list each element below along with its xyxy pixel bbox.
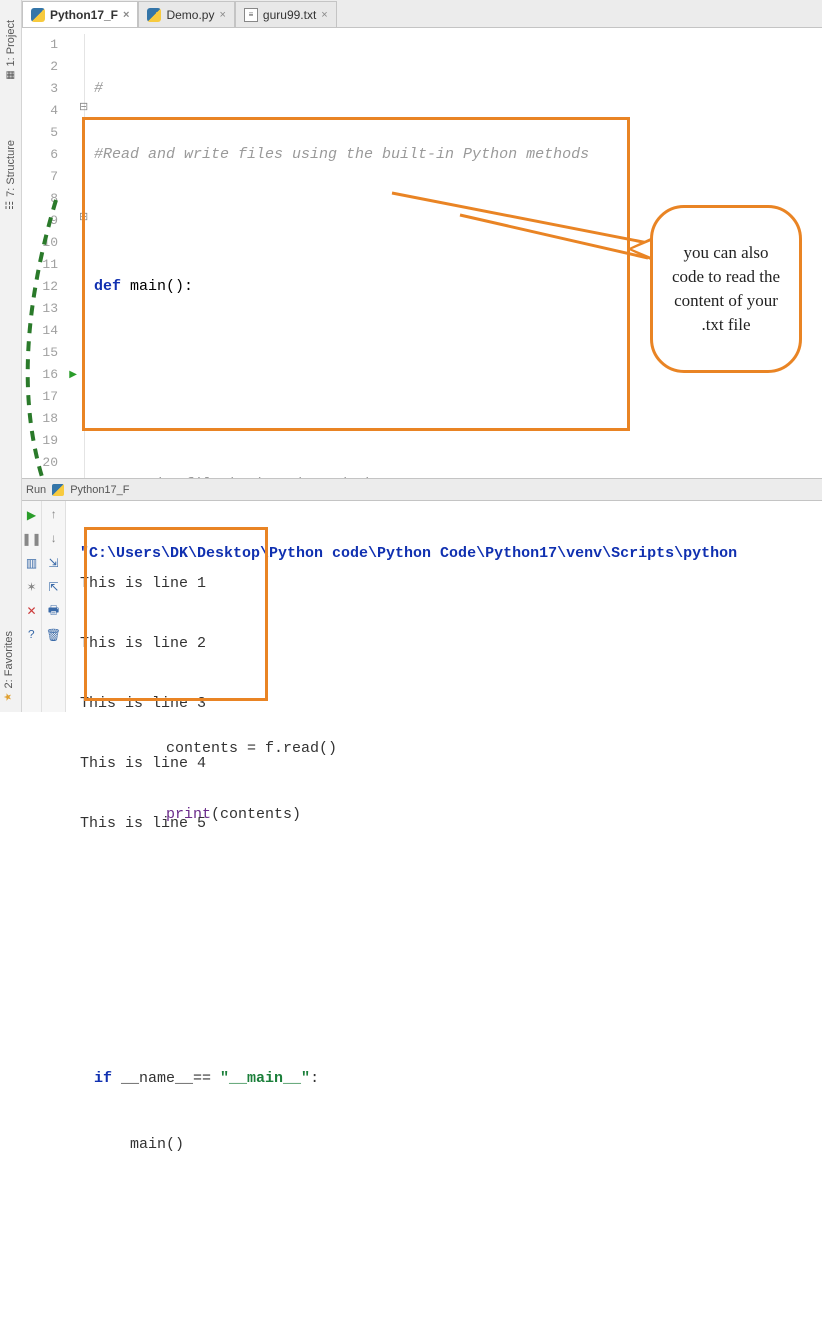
callout-bubble: you can also code to read the content of… [650, 205, 802, 373]
trash-icon[interactable]: 🗑 [46, 627, 62, 643]
output-line: This is line 3 [80, 695, 206, 712]
run-toolbar-secondary: ↑ ↓ ⇲ ⇱ 🖶 🗑 [42, 501, 66, 712]
fold-icon[interactable]: ⊟ [79, 100, 88, 114]
text-file-icon: ≡ [244, 8, 258, 22]
tab-label: Python17_F [50, 8, 118, 22]
run-tool-window: Run Python17_F ▶ ❚❚ ▥ ✶ ✕ ? ↑ ↓ ⇲ ⇱ 🖶 🗑 … [22, 478, 822, 712]
tab-label: Demo.py [166, 8, 214, 22]
callout-text: you can also code to read the content of… [667, 241, 785, 336]
tab-demo[interactable]: Demo.py × [138, 1, 234, 27]
output-line: This is line 5 [80, 815, 206, 832]
wrap-icon[interactable]: ⇲ [46, 555, 62, 571]
favorites-tool-label: 2: Favorites [3, 631, 15, 688]
up-icon[interactable]: ↑ [46, 507, 62, 523]
star-icon: ★ [4, 691, 15, 702]
structure-icon: ☷ [5, 200, 16, 211]
output-line: This is line 4 [80, 755, 206, 772]
output-path: "C:\Users\DK\Desktop\Python code\Python … [80, 545, 737, 562]
export-icon[interactable]: ⇱ [46, 579, 62, 595]
python-file-icon [52, 484, 64, 496]
fold-column: ⊟ ⊟ [80, 28, 94, 478]
close-icon[interactable]: × [321, 9, 327, 21]
editor-tabs: Python17_F × Demo.py × ≡ guru99.txt × [22, 0, 822, 28]
run-config-name: Python17_F [70, 484, 129, 496]
run-button[interactable]: ▶ [24, 507, 40, 523]
output-line: This is line 2 [80, 635, 206, 652]
tab-guru99[interactable]: ≡ guru99.txt × [235, 1, 337, 27]
python-file-icon [147, 8, 161, 22]
project-icon: ▦ [5, 69, 16, 80]
output-line: This is line 1 [80, 575, 206, 592]
project-tool-tab[interactable]: ▦ 1: Project [5, 20, 17, 80]
help-button[interactable]: ? [24, 627, 40, 643]
pause-button[interactable]: ❚❚ [24, 531, 40, 547]
run-header: Run Python17_F [22, 479, 822, 501]
settings-icon[interactable]: ✶ [24, 579, 40, 595]
python-file-icon [31, 8, 45, 22]
down-icon[interactable]: ↓ [46, 531, 62, 547]
layout-button[interactable]: ▥ [24, 555, 40, 571]
line-gutter: 1 2 3 4 5 6 7 8 9 10 11 12 13 14 15 16 1… [22, 28, 80, 478]
print-icon[interactable]: 🖶 [46, 603, 62, 619]
project-tool-label: 1: Project [5, 20, 17, 66]
fold-icon[interactable]: ⊟ [79, 210, 88, 224]
close-button[interactable]: ✕ [24, 603, 40, 619]
favorites-tool-tab[interactable]: ★ 2: Favorites [3, 631, 15, 702]
run-gutter-icon[interactable]: ▶ [69, 365, 77, 387]
left-tool-sidebar: ▦ 1: Project ☷ 7: Structure [0, 0, 22, 712]
close-icon[interactable]: × [219, 9, 225, 21]
tab-label: guru99.txt [263, 8, 316, 22]
structure-tool-label: 7: Structure [5, 140, 17, 197]
favorites-tool-area: ★ 2: Favorites [0, 631, 22, 702]
structure-tool-tab[interactable]: ☷ 7: Structure [5, 140, 17, 211]
run-output[interactable]: "C:\Users\DK\Desktop\Python code\Python … [68, 501, 822, 712]
run-header-label: Run [26, 484, 46, 496]
tab-python17[interactable]: Python17_F × [22, 1, 138, 27]
close-icon[interactable]: × [123, 9, 129, 21]
run-toolbar-primary: ▶ ❚❚ ▥ ✶ ✕ ? [22, 501, 42, 712]
